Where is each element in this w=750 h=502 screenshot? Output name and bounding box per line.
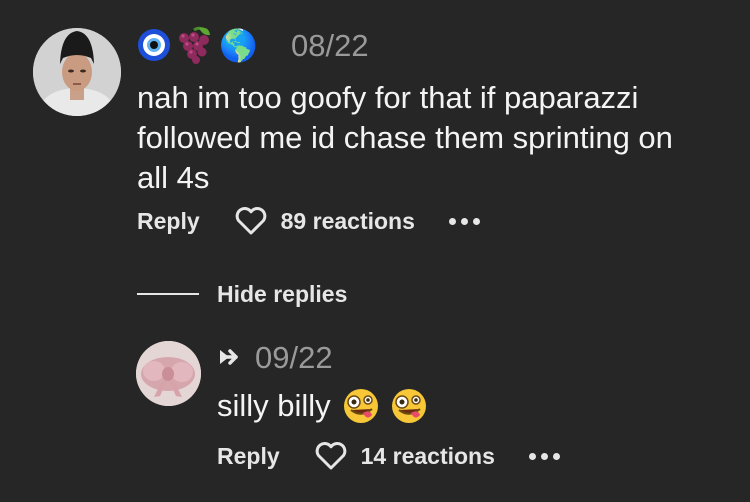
commenter-avatar-image bbox=[33, 28, 121, 116]
heart-icon[interactable] bbox=[234, 206, 268, 236]
more-options-icon[interactable] bbox=[448, 217, 480, 225]
reactions-count[interactable]: 89 reactions bbox=[281, 208, 415, 235]
grapes-icon bbox=[175, 26, 215, 64]
comment-actions: Reply 89 reactions bbox=[137, 204, 480, 238]
reply-avatar[interactable] bbox=[136, 341, 201, 406]
hide-replies-button[interactable]: Hide replies bbox=[217, 279, 347, 309]
comment-text: nah im too goofy for that if paparazzi f… bbox=[137, 80, 673, 195]
reply-arrow-icon bbox=[217, 346, 239, 368]
reply-avatar-image bbox=[136, 341, 201, 406]
commenter-avatar[interactable] bbox=[33, 28, 121, 116]
zany-face-icon bbox=[391, 388, 427, 424]
more-options-icon[interactable] bbox=[528, 452, 560, 460]
reply-text: silly billy bbox=[217, 388, 331, 423]
reply-text-row: silly billy bbox=[217, 386, 427, 426]
reply-actions: Reply 14 reactions bbox=[217, 439, 560, 473]
globe-americas-icon: 🌎 bbox=[219, 27, 258, 63]
zany-face-icon bbox=[343, 388, 379, 424]
user-badges: 🌎 bbox=[137, 24, 258, 66]
divider-line bbox=[137, 293, 199, 295]
reply-button[interactable]: Reply bbox=[137, 208, 200, 235]
comment-date: 08/22 bbox=[291, 28, 369, 63]
reply-button[interactable]: Reply bbox=[217, 443, 280, 470]
reply-date: 09/22 bbox=[255, 340, 333, 375]
heart-icon[interactable] bbox=[314, 441, 348, 471]
reactions-count[interactable]: 14 reactions bbox=[361, 443, 495, 470]
nazar-amulet-icon bbox=[137, 28, 171, 62]
